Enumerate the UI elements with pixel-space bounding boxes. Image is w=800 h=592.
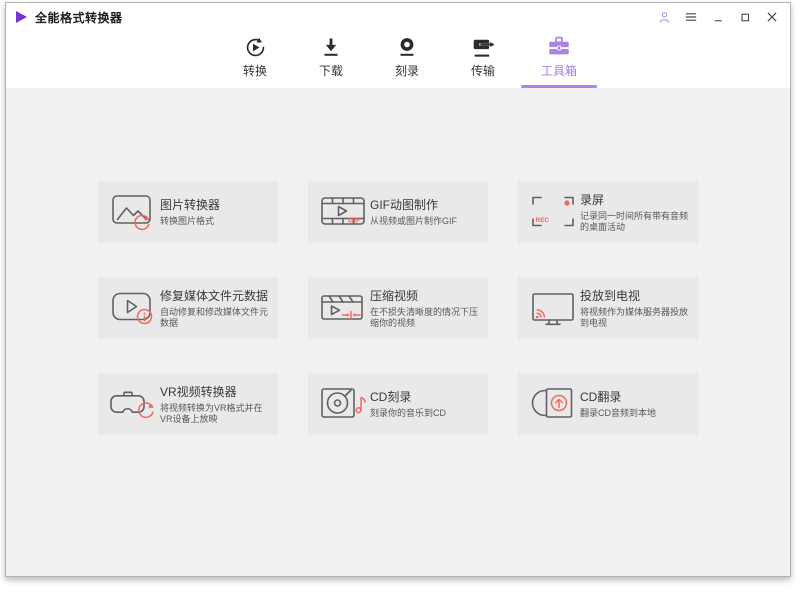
menu-button[interactable] xyxy=(683,9,699,25)
account-button[interactable] xyxy=(656,9,672,25)
card-title: 压缩视频 xyxy=(370,288,419,303)
tab-label: 刻录 xyxy=(394,64,419,78)
maximize-icon xyxy=(740,13,749,21)
tool-card-cd-burn[interactable]: CD刻录 刻录你的音乐到CD xyxy=(308,373,488,435)
card-desc: 从视频或图片制作GIF xyxy=(370,216,457,227)
app-logo-icon xyxy=(16,11,27,23)
app-title: 全能格式转换器 xyxy=(35,10,123,25)
fix-metadata-icon xyxy=(112,292,153,325)
tool-card-screen-record[interactable]: REC 录屏 记录同一时间所有带有音频的桌面活动 xyxy=(518,181,698,243)
tab-label: 转换 xyxy=(242,64,267,78)
screen-record-icon: REC xyxy=(532,196,574,227)
gif-maker-icon: GIF xyxy=(321,197,365,225)
close-button[interactable] xyxy=(764,9,780,25)
card-title: VR视频转换器 xyxy=(160,384,237,399)
transfer-icon xyxy=(471,34,496,60)
tool-card-image-converter[interactable]: 图片转换器 转换图片格式 xyxy=(98,181,278,243)
card-title: 修复媒体文件元数据 xyxy=(160,288,269,303)
tab-label: 工具箱 xyxy=(540,64,577,78)
download-icon xyxy=(319,34,343,60)
titlebar: 全能格式转换器 xyxy=(6,3,790,31)
vr-converter-icon xyxy=(110,391,154,419)
hamburger-icon xyxy=(685,13,697,21)
card-title: 图片转换器 xyxy=(160,198,221,213)
card-desc: 刻录你的音乐到CD xyxy=(370,408,446,419)
person-icon xyxy=(659,11,669,23)
tab-burn[interactable]: 刻录 xyxy=(369,31,445,88)
card-title: GIF动图制作 xyxy=(370,198,438,213)
toolbox-panel: 图片转换器 转换图片格式 GIF GIF动图制作 从视频或图片制作GIF REC… xyxy=(6,88,790,576)
app-window: 全能格式转换器 转换 下载 刻录 传输 工具箱 图片转换器 转换图片格式 GIF… xyxy=(5,2,791,577)
tool-card-fix-metadata[interactable]: 修复媒体文件元数据 自动修复和修改媒体文件元数据 xyxy=(98,277,278,339)
maximize-button[interactable] xyxy=(737,9,753,25)
window-controls xyxy=(656,9,780,25)
minimize-icon xyxy=(714,19,722,21)
card-desc: 记录同一时间所有带有音频的桌面活动 xyxy=(580,210,689,233)
card-desc: 将视频转换为VR格式并在VR设备上放映 xyxy=(160,402,263,425)
compress-video-icon xyxy=(321,295,363,320)
cd-burn-icon xyxy=(321,388,367,418)
card-desc: 将视频作为媒体服务器投放到电视 xyxy=(580,306,689,329)
minimize-button[interactable] xyxy=(710,9,726,25)
card-title: 投放到电视 xyxy=(580,288,641,303)
tool-card-gif-maker[interactable]: GIF GIF动图制作 从视频或图片制作GIF xyxy=(308,181,488,243)
tab-label: 下载 xyxy=(318,64,343,78)
card-title: CD刻录 xyxy=(370,390,412,405)
svg-text:GIF: GIF xyxy=(348,216,361,225)
convert-icon xyxy=(243,34,268,60)
card-desc: 在不损失清晰度的情况下压缩你的视频 xyxy=(370,306,479,329)
tool-card-compress-video[interactable]: 压缩视频 在不损失清晰度的情况下压缩你的视频 xyxy=(308,277,488,339)
tab-convert[interactable]: 转换 xyxy=(217,31,293,88)
nav-tabs: 转换 下载 刻录 传输 工具箱 xyxy=(6,31,790,88)
cast-tv-icon xyxy=(532,293,574,326)
card-title: CD翻录 xyxy=(580,390,622,405)
card-desc: 翻录CD音频到本地 xyxy=(580,408,656,419)
tab-download[interactable]: 下载 xyxy=(293,31,369,88)
tool-card-cd-rip[interactable]: CD翻录 翻录CD音频到本地 xyxy=(518,373,698,435)
burn-icon xyxy=(395,34,419,60)
tab-label: 传输 xyxy=(470,64,495,78)
image-converter-icon xyxy=(112,195,151,231)
close-icon xyxy=(767,12,777,22)
tool-card-vr-converter[interactable]: VR视频转换器 将视频转换为VR格式并在VR设备上放映 xyxy=(98,373,278,435)
card-desc: 自动修复和修改媒体文件元数据 xyxy=(160,306,269,329)
toolbox-icon xyxy=(547,34,571,60)
svg-text:REC: REC xyxy=(536,217,550,224)
cd-rip-icon xyxy=(531,388,573,418)
tab-transfer[interactable]: 传输 xyxy=(445,31,521,88)
tab-toolbox[interactable]: 工具箱 xyxy=(521,31,597,88)
card-title: 录屏 xyxy=(580,192,605,207)
card-desc: 转换图片格式 xyxy=(160,216,215,227)
tool-card-cast-to-tv[interactable]: 投放到电视 将视频作为媒体服务器投放到电视 xyxy=(518,277,698,339)
toolbox-grid: 图片转换器 转换图片格式 GIF GIF动图制作 从视频或图片制作GIF REC… xyxy=(98,181,698,435)
